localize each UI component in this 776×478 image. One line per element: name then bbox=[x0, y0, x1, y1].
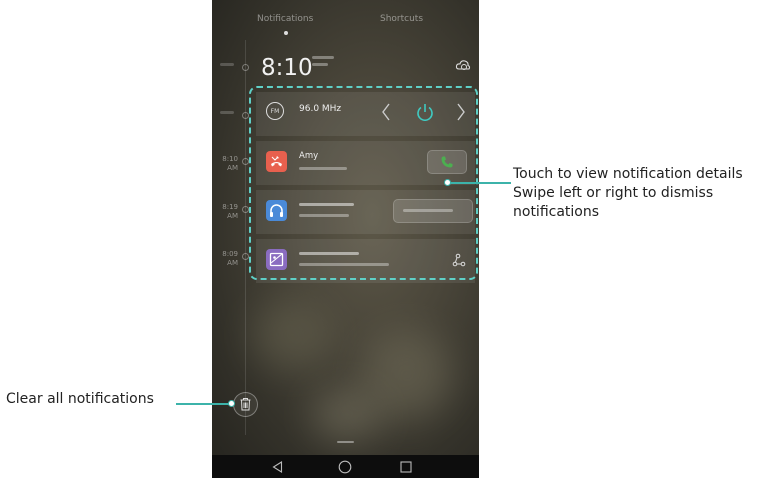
clock-date bbox=[312, 56, 342, 70]
details-callout-line3: notifications bbox=[513, 204, 600, 220]
clear-all-button[interactable] bbox=[233, 392, 258, 417]
tab-notifications[interactable]: Notifications bbox=[257, 14, 313, 24]
details-callout-line1: Touch to view notification details bbox=[513, 166, 743, 182]
details-leader-dot bbox=[444, 179, 451, 186]
clock-time: 8:10 bbox=[261, 55, 313, 81]
timeline-dot bbox=[242, 206, 249, 213]
recents-icon[interactable] bbox=[400, 461, 412, 473]
timeline-dot bbox=[242, 112, 249, 119]
active-tab-indicator bbox=[284, 31, 288, 35]
details-callout: Touch to view notification details Swipe… bbox=[513, 165, 743, 222]
details-callout-line2: Swipe left or right to dismiss bbox=[513, 185, 714, 201]
home-icon[interactable] bbox=[338, 460, 352, 474]
timeline-time: 8:09 AM bbox=[222, 250, 238, 267]
timeline-dot bbox=[242, 158, 249, 165]
cloud-icon[interactable] bbox=[455, 58, 471, 72]
timeline-dot bbox=[242, 253, 249, 260]
details-leader-line bbox=[449, 182, 511, 184]
timeline-blur-label bbox=[220, 111, 234, 118]
background-blur bbox=[312, 390, 382, 440]
trash-icon bbox=[240, 398, 251, 411]
timeline-dot bbox=[242, 64, 249, 71]
timeline-blur-label bbox=[220, 63, 234, 70]
clear-all-leader-dot bbox=[228, 400, 235, 407]
navigation-bar bbox=[212, 455, 479, 478]
timeline-time: 8:10 AM bbox=[222, 155, 238, 172]
background-blur bbox=[252, 300, 332, 370]
notification-tabs: Notifications Shortcuts bbox=[212, 0, 479, 38]
clear-all-callout: Clear all notifications bbox=[6, 391, 154, 407]
timeline-line bbox=[245, 40, 246, 435]
timeline-time: 8:19 AM bbox=[222, 203, 238, 220]
tab-shortcuts[interactable]: Shortcuts bbox=[380, 14, 423, 24]
pull-handle[interactable] bbox=[337, 441, 354, 443]
clear-all-leader-line bbox=[176, 403, 232, 405]
back-icon[interactable] bbox=[272, 461, 283, 473]
